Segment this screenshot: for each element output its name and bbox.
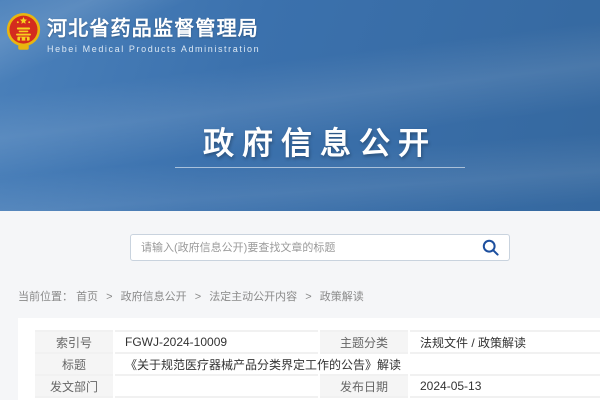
- breadcrumb-item-statutory-content[interactable]: 法定主动公开内容: [209, 291, 297, 303]
- breadcrumb-separator: >: [305, 291, 311, 303]
- topic-category-label: 主题分类: [319, 331, 409, 353]
- issuing-department-value: [114, 375, 319, 397]
- topic-category-value: 法规文件 / 政策解读: [409, 331, 600, 353]
- breadcrumb-item-home[interactable]: 首页: [76, 291, 98, 303]
- org-name-cn: 河北省药品监督管理局: [47, 17, 260, 41]
- index-number-value: FGWJ-2024-10009: [114, 331, 319, 353]
- table-row: 标题 《关于规范医疗器械产品分类界定工作的公告》解读: [34, 353, 600, 375]
- search-input[interactable]: [130, 234, 510, 261]
- publish-date-label: 发布日期: [319, 375, 409, 397]
- publish-date-value: 2024-05-13: [409, 375, 600, 397]
- breadcrumb-prefix: 当前位置：: [18, 291, 73, 303]
- document-metadata-table: 索引号 FGWJ-2024-10009 主题分类 法规文件 / 政策解读 标题 …: [33, 330, 600, 398]
- org-name-en: Hebei Medical Products Administration: [47, 44, 260, 54]
- table-row: 发文部门 发布日期 2024-05-13: [34, 375, 600, 397]
- breadcrumb-separator: >: [106, 291, 112, 303]
- breadcrumb-item-info-disclosure[interactable]: 政府信息公开: [121, 291, 187, 303]
- hero-banner: 河北省药品监督管理局 Hebei Medical Products Admini…: [0, 0, 600, 211]
- site-logo[interactable]: 河北省药品监督管理局 Hebei Medical Products Admini…: [6, 11, 260, 57]
- banner-title: 政府信息公开: [20, 118, 600, 163]
- search-button[interactable]: [482, 239, 500, 257]
- site-title-block: 河北省药品监督管理局 Hebei Medical Products Admini…: [47, 11, 260, 54]
- breadcrumb-separator: >: [195, 291, 201, 303]
- table-row: 索引号 FGWJ-2024-10009 主题分类 法规文件 / 政策解读: [34, 331, 600, 353]
- index-number-label: 索引号: [34, 331, 114, 353]
- breadcrumb-item-policy-interpretation[interactable]: 政策解读: [320, 291, 364, 303]
- banner-underline: [175, 167, 465, 168]
- search-icon: [482, 239, 500, 257]
- document-title-value: 《关于规范医疗器械产品分类界定工作的公告》解读: [114, 353, 600, 375]
- search-bar: [130, 234, 510, 261]
- content-card: 索引号 FGWJ-2024-10009 主题分类 法规文件 / 政策解读 标题 …: [18, 318, 600, 400]
- page: 河北省药品监督管理局 Hebei Medical Products Admini…: [0, 0, 600, 400]
- title-label: 标题: [34, 353, 114, 375]
- national-emblem-icon: [6, 11, 41, 57]
- issuing-department-label: 发文部门: [34, 375, 114, 397]
- breadcrumb: 当前位置： 首页 > 政府信息公开 > 法定主动公开内容 > 政策解读: [18, 288, 364, 304]
